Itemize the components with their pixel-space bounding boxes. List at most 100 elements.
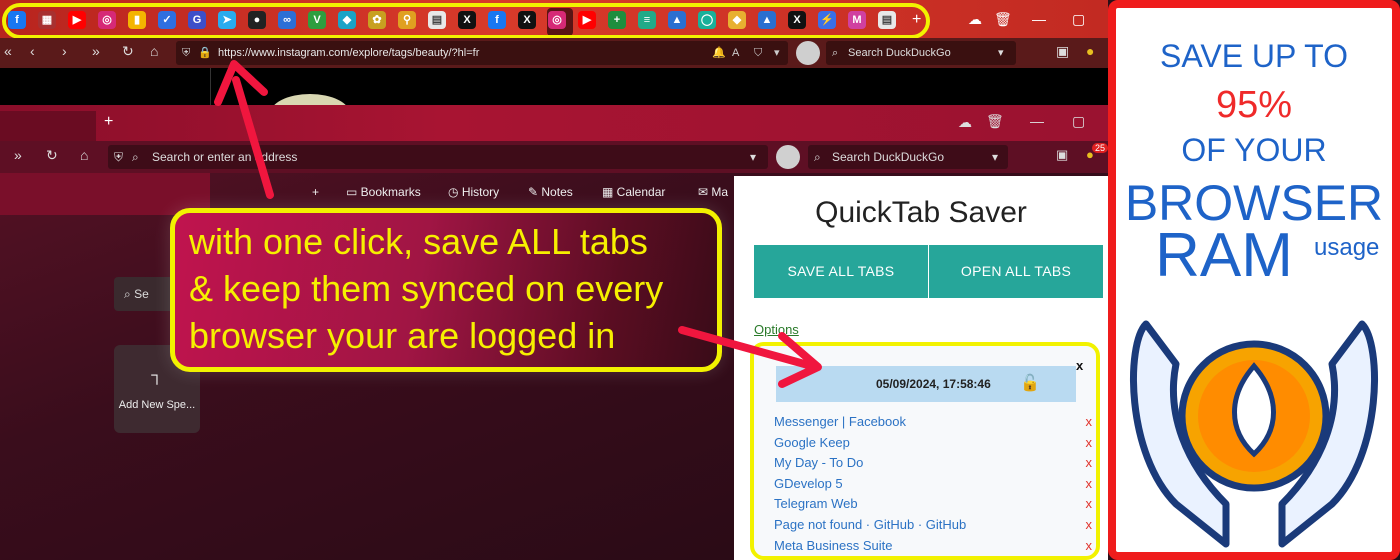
fast-forward-icon[interactable]: » <box>92 43 100 59</box>
ad-percent: 95% <box>1215 84 1293 126</box>
top-address-bar[interactable]: ⛨ 🔒 https://www.instagram.com/explore/ta… <box>176 41 788 65</box>
ad-line-of-your: OF YOUR <box>1181 132 1327 168</box>
saved-tab-link[interactable]: Messenger | Facebook <box>774 414 906 429</box>
top-page-content <box>0 68 1108 134</box>
delete-tab-icon[interactable]: x <box>1086 517 1093 532</box>
extension-icon[interactable]: ▣ <box>1056 147 1068 163</box>
search-icon: ⌕ <box>832 47 839 59</box>
new-tab-icon[interactable]: + <box>912 11 921 29</box>
forward-icon[interactable]: › <box>62 43 67 59</box>
avatar[interactable] <box>776 145 800 169</box>
add-icon[interactable]: + <box>312 185 319 199</box>
chevron-down-icon[interactable]: ▾ <box>992 145 998 169</box>
options-link[interactable]: Options <box>754 322 799 337</box>
search-icon: ⌕ <box>814 150 821 164</box>
promo-ad-panel: SAVE UP TO 95% OF YOUR BROWSER RAM usage <box>1108 0 1400 560</box>
session-header[interactable]: 05/09/2024, 17:58:46 🔓 <box>776 366 1076 402</box>
bookmark-icon[interactable]: ⛉ <box>754 41 762 65</box>
speed-dial-search[interactable]: ⌕ Se <box>114 277 174 311</box>
trash-icon[interactable]: 🗑 <box>986 113 1004 130</box>
saved-tab-row: Google Keep x <box>774 435 1092 455</box>
tabs-highlight-outline <box>2 3 930 39</box>
saved-tab-link[interactable]: GDevelop 5 <box>774 476 843 491</box>
quicktab-popup: QuickTab Saver SAVE ALL TABS OPEN ALL TA… <box>734 176 1108 560</box>
delete-tab-icon[interactable]: x <box>1086 476 1093 491</box>
shield-icon[interactable]: ⛨ <box>114 145 123 169</box>
cloud-icon[interactable]: ☁ <box>968 11 982 28</box>
save-all-tabs-button[interactable]: SAVE ALL TABS <box>754 245 928 298</box>
open-all-tabs-button[interactable]: OPEN ALL TABS <box>929 245 1103 298</box>
bottom-search-field[interactable]: ⌕ Search DuckDuckGo ▾ <box>808 145 1008 169</box>
promo-callout: with one click, save ALL tabs & keep the… <box>170 208 722 372</box>
top-tab-strip: f ▦ ▶ ◎ ▮ ✓ G ➤ ● ∞ V ◆ ✿ ⚲ ▤ Xf X ◎ ▶ + ≡ ▲ ◯ ◆ ▲ X ⚡ M ▤ + ☁ 🗑 — ▢ <box>0 0 1108 39</box>
history-item[interactable]: ◷ History <box>448 185 499 199</box>
maximize-icon[interactable]: ▢ <box>1072 113 1085 130</box>
delete-tab-icon[interactable]: x <box>1086 435 1093 450</box>
saved-tab-row: My Day - To Do x <box>774 455 1092 475</box>
lock-icon[interactable]: 🔒 <box>198 41 212 65</box>
maximize-icon[interactable]: ▢ <box>1072 11 1085 28</box>
minimize-icon[interactable]: — <box>1032 11 1046 27</box>
extension-icon[interactable]: ▣ <box>1056 43 1069 60</box>
delete-tab-icon[interactable]: x <box>1086 455 1093 470</box>
cloud-icon[interactable]: ☁ <box>958 114 972 131</box>
saved-session-panel: x 05/09/2024, 17:58:46 🔓 Messenger | Fac… <box>750 342 1100 560</box>
home-icon[interactable]: ⌂ <box>150 43 158 59</box>
top-search-field[interactable]: ⌕ Search DuckDuckGo ▾ <box>826 41 1016 65</box>
divider <box>210 68 211 105</box>
address-placeholder: Search or enter an address <box>152 150 298 164</box>
saved-tab-link[interactable]: Google Keep <box>774 435 850 450</box>
callout-line: browser your are logged in <box>189 315 616 356</box>
dropdown-icon[interactable]: ▾ <box>774 41 780 65</box>
avatar[interactable] <box>796 41 820 65</box>
back-icon[interactable]: ‹ <box>30 43 35 59</box>
saved-tab-row: Telegram Web x <box>774 496 1092 516</box>
saved-tab-link[interactable]: My Day - To Do <box>774 455 863 470</box>
chevron-down-icon[interactable]: ▾ <box>998 41 1004 65</box>
reload-icon[interactable]: ↻ <box>122 43 134 60</box>
bottom-active-tab[interactable] <box>0 111 96 141</box>
bookmarks-bar: + ▭ Bookmarks ◷ History ✎ Notes ▦ Calend… <box>0 173 734 199</box>
delete-tab-icon[interactable]: x <box>1086 496 1093 511</box>
url-text: https://www.instagram.com/explore/tags/b… <box>218 47 480 59</box>
top-browser-window: f ▦ ▶ ◎ ▮ ✓ G ➤ ● ∞ V ◆ ✿ ⚲ ▤ Xf X ◎ ▶ + ≡ ▲ ◯ ◆ ▲ X ⚡ M ▤ + ☁ 🗑 — ▢… <box>0 0 1108 134</box>
close-icon[interactable]: x <box>1076 358 1083 373</box>
bottom-toolbar: » ↻ ⌂ ⛨ ⌕ Search or enter an address ▾ ⌕… <box>0 141 1109 173</box>
session-timestamp: 05/09/2024, 17:58:46 <box>876 377 991 391</box>
callout-line: with one click, save ALL tabs <box>189 221 648 262</box>
translate-icon[interactable]: A <box>732 41 739 65</box>
add-speed-dial-label: Add New Spe... <box>118 399 196 411</box>
sidebar-toggle-icon[interactable]: « <box>4 43 12 59</box>
reload-icon[interactable]: ↻ <box>46 147 58 164</box>
bottom-tab-strip: + ☁ 🗑 — ▢ <box>0 105 1108 141</box>
callout-line: & keep them synced on every <box>189 268 664 309</box>
new-tab-icon[interactable]: + <box>104 113 113 131</box>
shield-icon[interactable]: ⛨ <box>182 41 190 65</box>
ad-usage: usage <box>1314 234 1380 261</box>
calendar-item[interactable]: ▦ Calendar <box>602 185 665 199</box>
saved-tab-link[interactable]: Page not found · GitHub · GitHub <box>774 517 966 532</box>
home-icon[interactable]: ⌂ <box>80 147 88 163</box>
search-icon: ⌕ <box>132 150 139 164</box>
delete-tab-icon[interactable]: x <box>1086 538 1093 553</box>
bookmarks-item[interactable]: ▭ Bookmarks <box>346 185 421 199</box>
profile-icon[interactable]: ● <box>1086 43 1094 59</box>
search-placeholder: Search DuckDuckGo <box>848 47 951 59</box>
trash-icon[interactable]: 🗑 <box>994 11 1012 28</box>
bell-icon[interactable]: 🔔 <box>712 41 726 65</box>
saved-tab-link[interactable]: Meta Business Suite <box>774 538 893 553</box>
notes-item[interactable]: ✎ Notes <box>528 185 573 199</box>
delete-tab-icon[interactable]: x <box>1086 414 1093 429</box>
mail-item[interactable]: ✉ Ma <box>698 185 728 199</box>
minimize-icon[interactable]: — <box>1030 113 1044 129</box>
chevron-down-icon[interactable]: ▾ <box>750 145 756 169</box>
saved-tab-link[interactable]: Telegram Web <box>774 496 858 511</box>
unlock-icon[interactable]: 🔓 <box>1020 366 1040 402</box>
ad-line-save: SAVE UP TO <box>1160 38 1348 74</box>
search-placeholder: Search DuckDuckGo <box>832 150 945 164</box>
popup-title: QuickTab Saver <box>815 196 1027 229</box>
fast-forward-icon[interactable]: » <box>14 147 22 163</box>
bottom-address-bar[interactable]: ⛨ ⌕ Search or enter an address ▾ <box>108 145 768 169</box>
hands-coin-icon <box>1130 320 1378 548</box>
saved-tab-row: Messenger | Facebook x <box>774 414 1092 434</box>
